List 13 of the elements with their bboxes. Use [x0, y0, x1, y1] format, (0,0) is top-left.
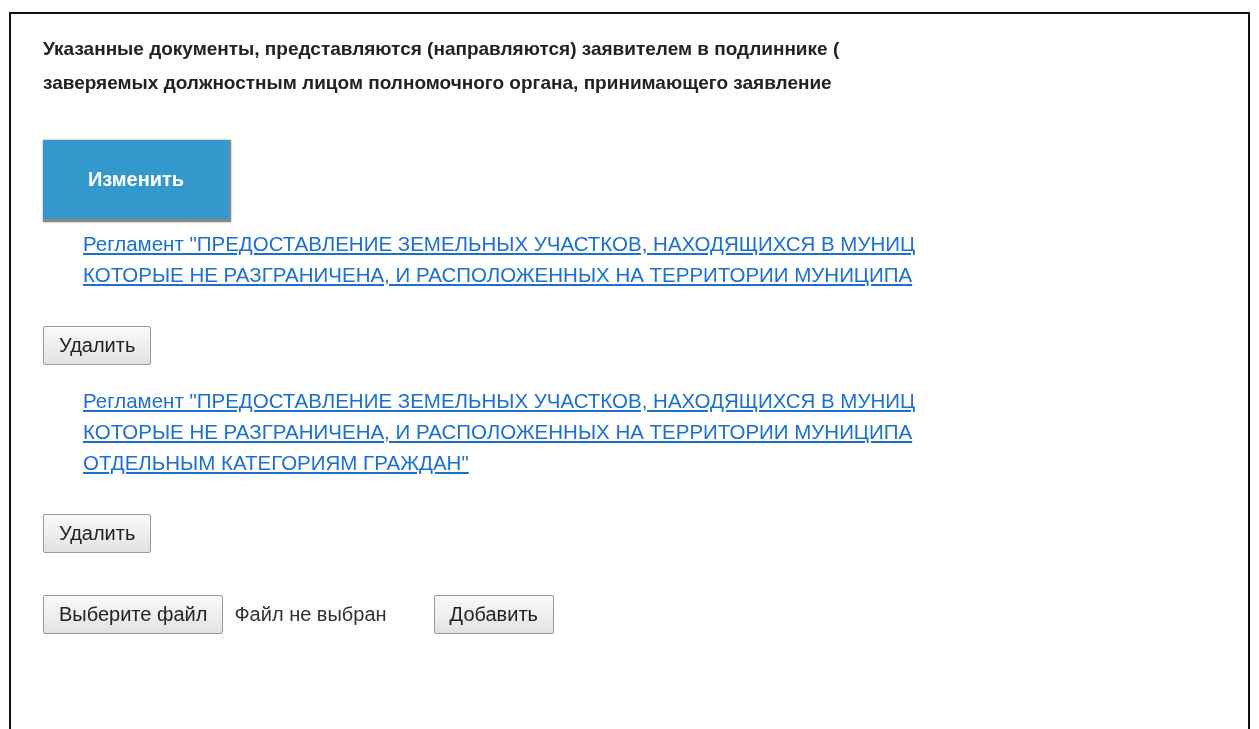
document-link[interactable]: Регламент "ПРЕДОСТАВЛЕНИЕ ЗЕМЕЛЬНЫХ УЧАСТКОВ, НАХОДЯЩИХСЯ В МУНИЦ: [83, 232, 916, 255]
change-button[interactable]: Изменить: [43, 140, 231, 222]
document-link[interactable]: КОТОРЫЕ НЕ РАЗГРАНИЧЕНА, И РАСПОЛОЖЕННЫХ НА ТЕРРИТОРИИ МУНИЦИПА: [83, 420, 913, 443]
notice-text: Указанные документы, представляются (направляются) заявителем в подлиннике (: [43, 37, 840, 61]
document-link[interactable]: Регламент "ПРЕДОСТАВЛЕНИЕ ЗЕМЕЛЬНЫХ УЧАСТКОВ, НАХОДЯЩИХСЯ В МУНИЦ: [83, 389, 916, 412]
notice-text: заверяемых должностным лицом полномочного органа, принимающего заявление: [43, 71, 832, 95]
delete-button[interactable]: Удалить: [43, 514, 152, 553]
delete-button[interactable]: Удалить: [43, 326, 152, 365]
add-button[interactable]: Добавить: [433, 595, 554, 634]
document-link[interactable]: ОТДЕЛЬНЫМ КАТЕГОРИЯМ ГРАЖДАН": [83, 451, 469, 474]
document-link[interactable]: КОТОРЫЕ НЕ РАЗГРАНИЧЕНА, И РАСПОЛОЖЕННЫХ НА ТЕРРИТОРИИ МУНИЦИПА: [83, 263, 913, 286]
file-status-text: Файл не выбран: [234, 603, 387, 626]
choose-file-button[interactable]: Выберите файл: [43, 595, 224, 634]
